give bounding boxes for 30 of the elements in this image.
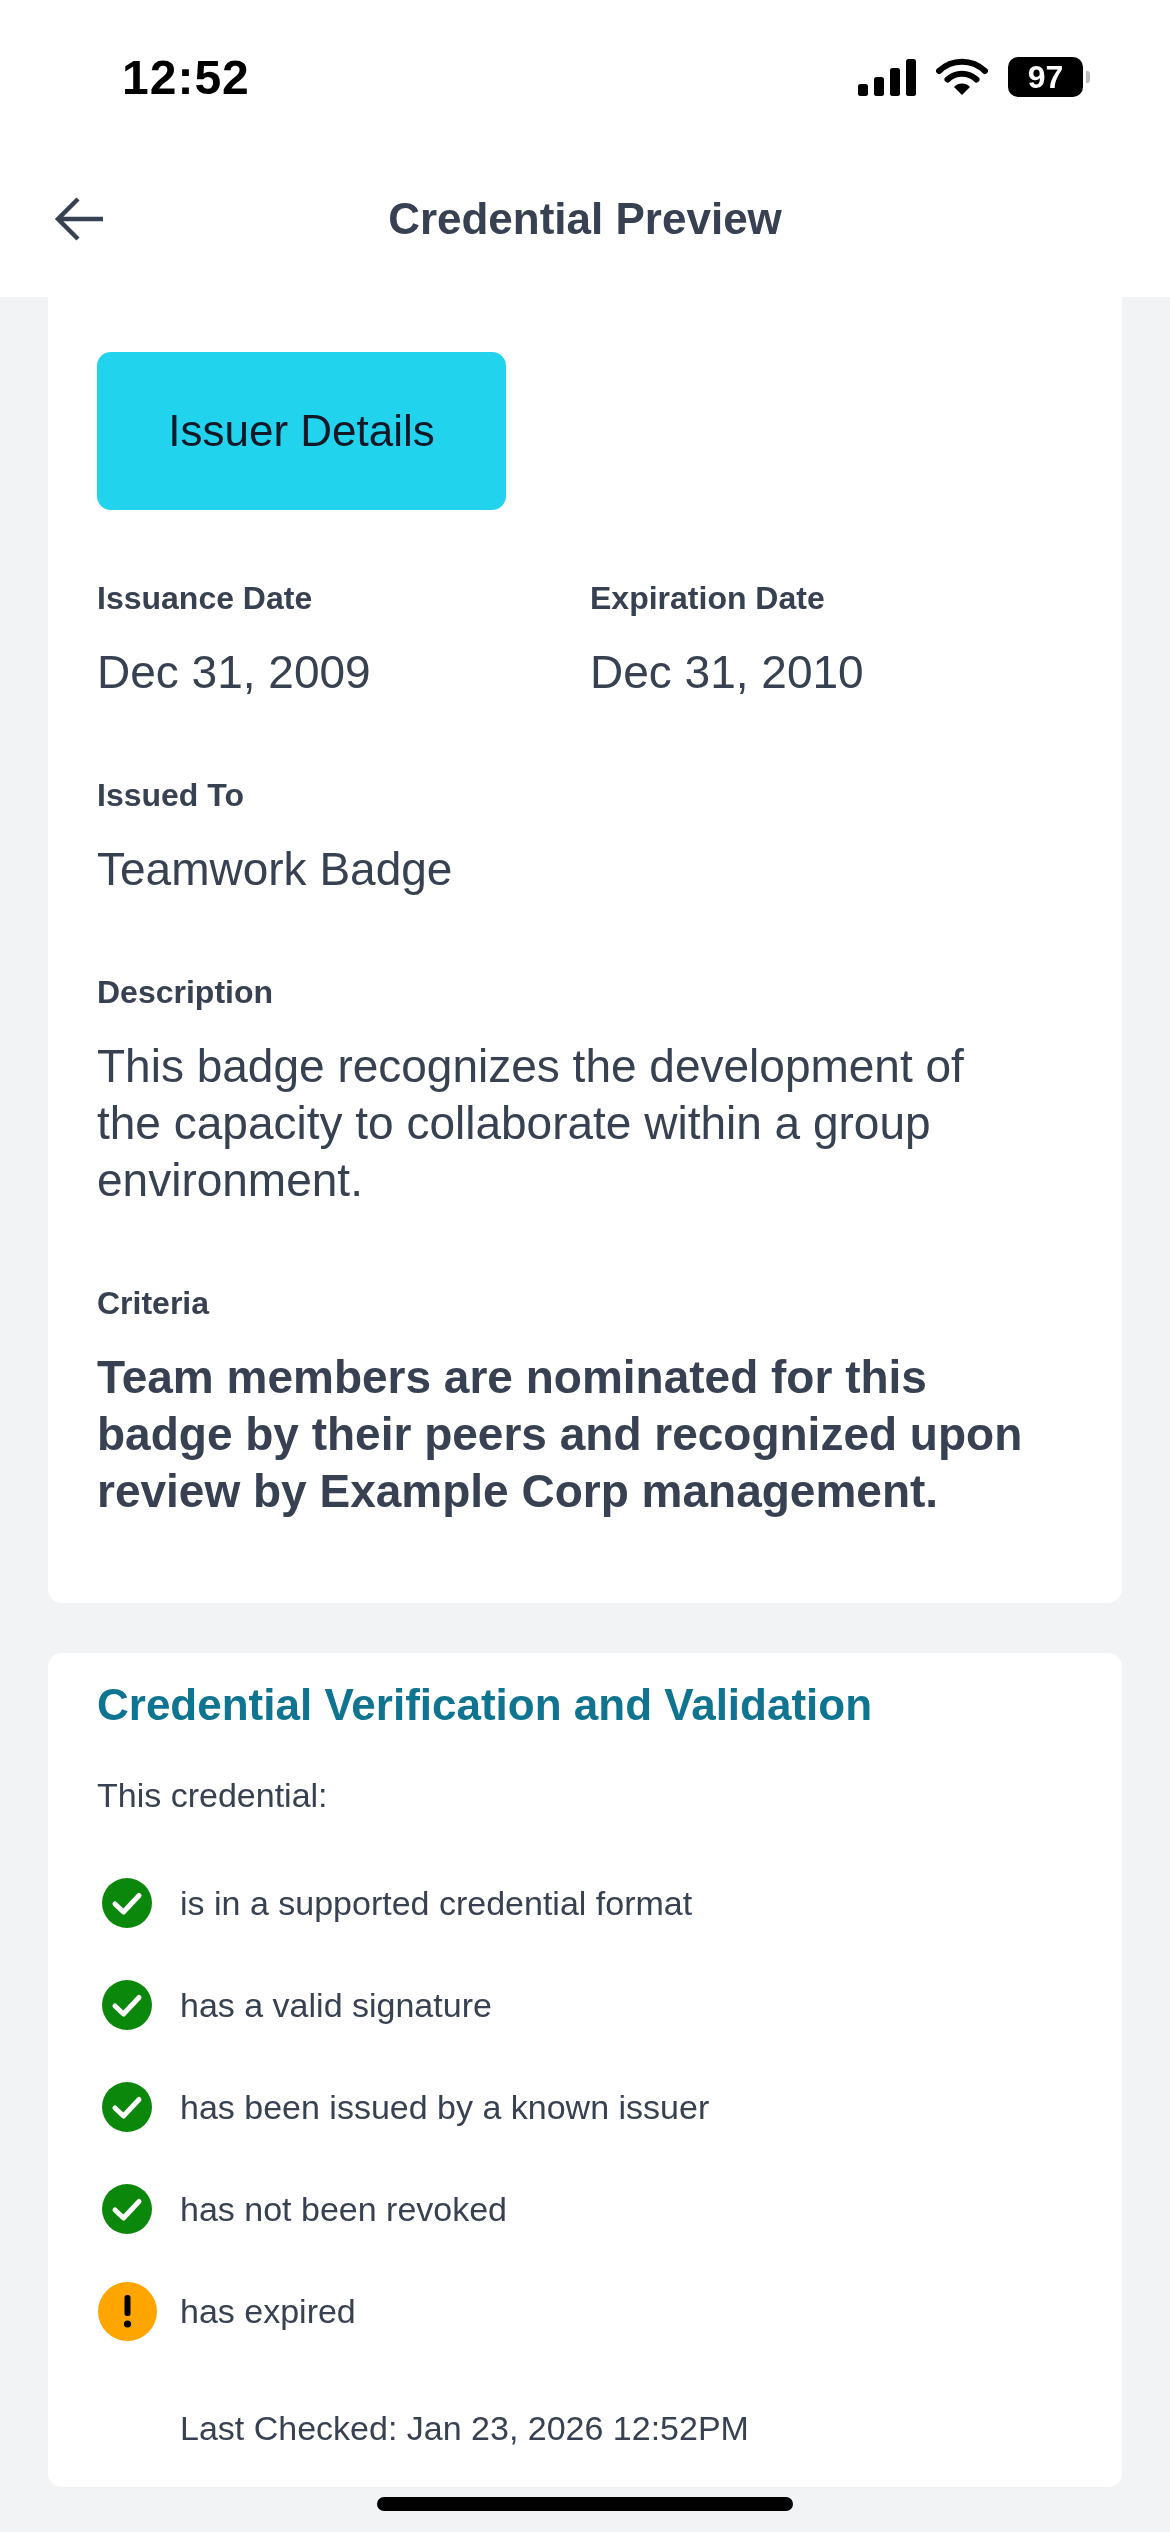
warning-icon	[97, 2281, 157, 2341]
field-label: Issued To	[97, 776, 245, 815]
field-label: Criteria	[97, 1284, 211, 1323]
status-time: 12:52	[122, 49, 250, 105]
battery-indicator: 97	[1008, 57, 1090, 97]
field-value: Team members are nominated for this badge by their peers and recognized upon review by Example Corp management.	[97, 1350, 1024, 1519]
check-text: has not been revoked	[180, 2189, 508, 2229]
screen-title: Credential Preview	[388, 193, 782, 244]
check-circle-icon	[102, 2184, 152, 2234]
date-value: Dec 31, 2009	[97, 645, 372, 700]
back-arrow-icon	[54, 195, 104, 242]
signal-icon	[858, 58, 916, 96]
field-label: Expiration Date	[590, 579, 826, 618]
field-value: This badge recognizes the development of the capacity to collaborate within a group environment.	[97, 1039, 965, 1208]
field-value: Teamwork Badge	[97, 842, 454, 897]
wifi-icon	[936, 58, 988, 96]
section-title: Credential Verification and Validation	[97, 1679, 874, 1731]
issuer-details-button[interactable]: Issuer Details	[97, 352, 506, 510]
intro-text: This credential:	[97, 1775, 329, 1816]
check-circle-icon	[102, 2082, 152, 2132]
field-label: Description	[97, 973, 275, 1012]
date-value: Dec 31, 2010	[590, 645, 865, 700]
last-checked-text: Last Checked: Jan 23, 2026 12:52PM	[179, 2408, 750, 2449]
check-text: has a valid signature	[180, 1985, 492, 2025]
check-text: has been issued by a known issuer	[180, 2087, 710, 2127]
check-text: has expired	[180, 2291, 356, 2331]
field-label: Issuance Date	[97, 579, 314, 618]
check-circle-icon	[102, 1878, 152, 1928]
check-circle-icon	[102, 1980, 152, 2030]
check-text: is in a supported credential format	[180, 1883, 693, 1923]
